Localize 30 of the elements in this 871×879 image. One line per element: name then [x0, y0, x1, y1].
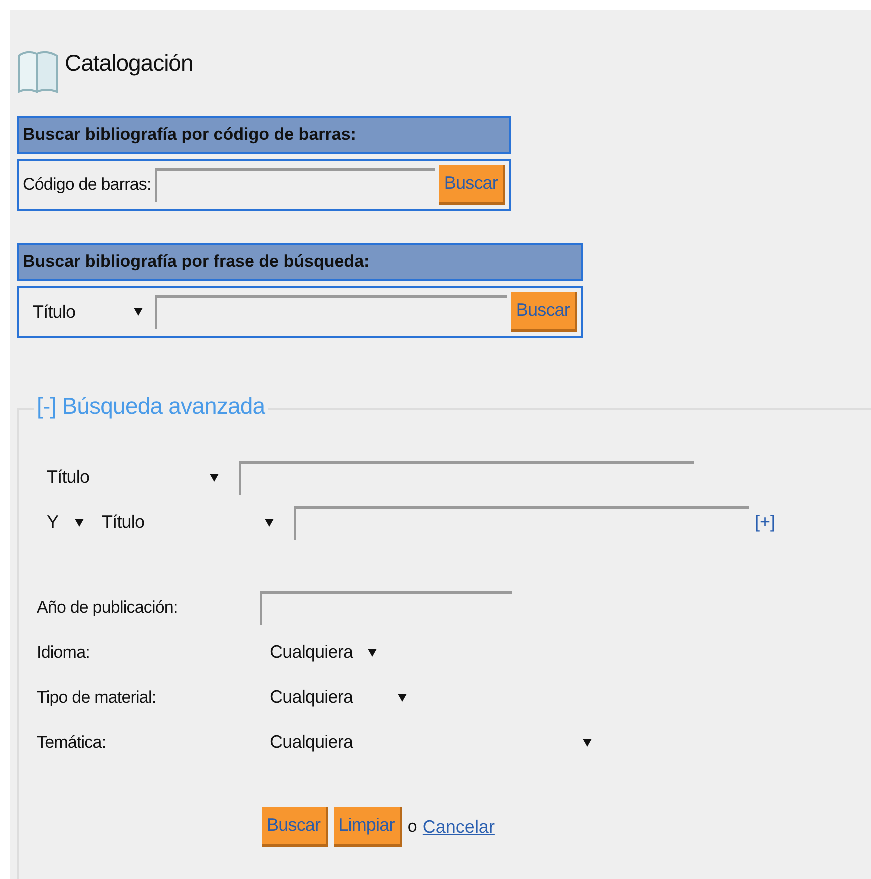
add-criterion-link[interactable]: [+] [755, 512, 776, 533]
filter-select[interactable]: Cualquiera [260, 642, 385, 663]
section-heading: Buscar bibliografía por código de barras: [17, 116, 511, 154]
field-label: Código de barras: [23, 175, 152, 195]
field-select[interactable]: Título [37, 467, 227, 488]
section-heading: Buscar bibliografía por frase de búsqueda: [17, 243, 583, 281]
field-label: Idioma: [37, 642, 91, 662]
page-title: Catalogación [65, 50, 194, 77]
year-input[interactable] [260, 590, 512, 624]
criterion-input[interactable] [294, 506, 749, 540]
field-label: Tipo de material: [37, 688, 158, 708]
field-label: Temática: [37, 732, 108, 752]
field-select[interactable]: Título [92, 512, 282, 533]
caret-icon [583, 738, 592, 746]
caret-icon [210, 474, 219, 482]
criterion-input[interactable] [239, 460, 694, 494]
cancel-link[interactable]: Cancelar [422, 816, 495, 838]
caret-icon [75, 518, 84, 526]
filter-select[interactable]: Cualquiera [260, 732, 600, 753]
caret-icon [398, 694, 407, 702]
separator-text: o [408, 817, 417, 837]
phrase-input[interactable] [155, 295, 508, 329]
field-select[interactable]: Título [23, 302, 151, 322]
barcode-input[interactable] [155, 168, 436, 202]
operator-select[interactable]: Y [37, 512, 92, 533]
filter-select[interactable]: Cualquiera [260, 687, 415, 708]
caret-icon [134, 308, 143, 316]
field-label: Año de publicación: [37, 598, 179, 618]
caret-icon [265, 518, 274, 526]
caret-icon [368, 648, 377, 656]
